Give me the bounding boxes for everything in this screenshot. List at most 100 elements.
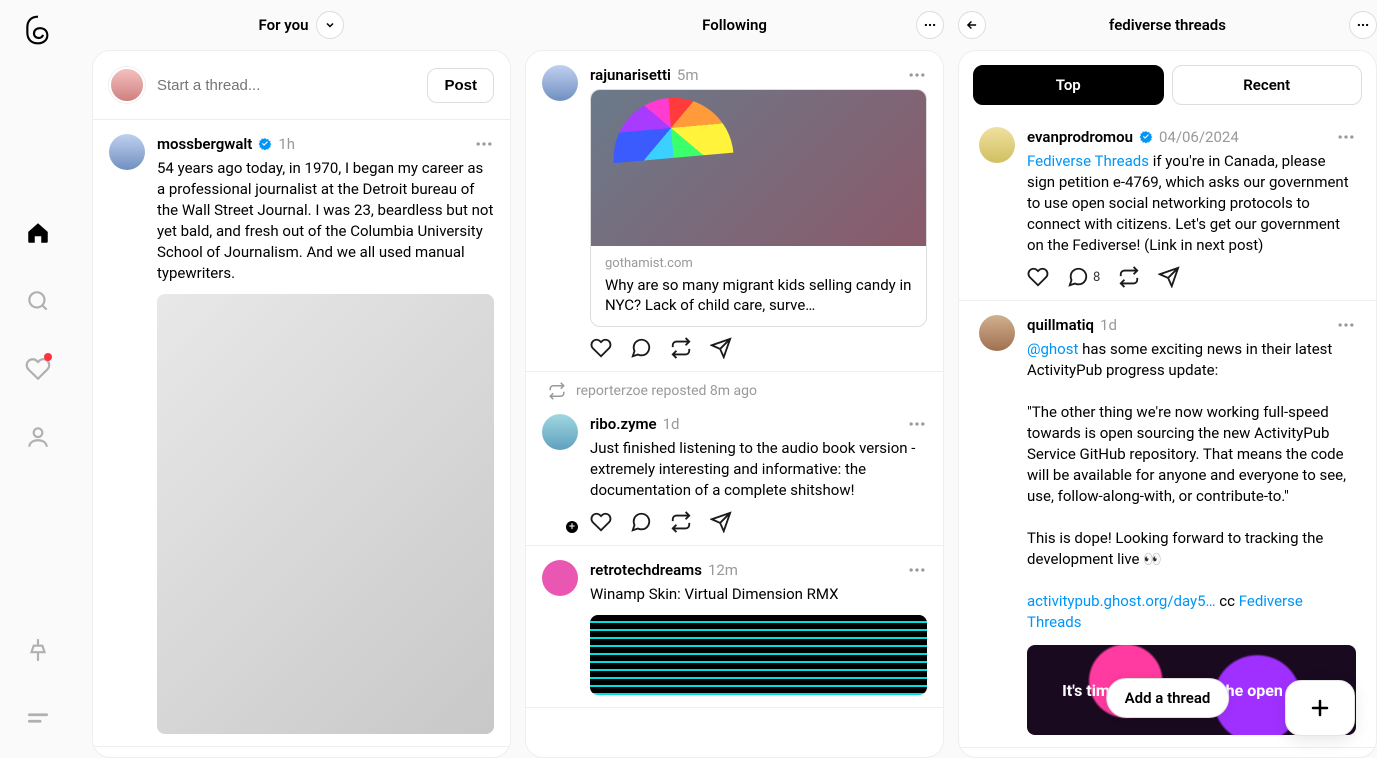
external-link[interactable]: activitypub.ghost.org/day5… bbox=[1027, 592, 1216, 610]
post-actions bbox=[590, 337, 927, 359]
timestamp: 1d bbox=[1100, 316, 1117, 334]
repost-button[interactable] bbox=[670, 511, 692, 533]
feed-for-you: Post mossbergwalt 1h 54 years ago today,… bbox=[92, 50, 511, 758]
post-text: @ghost has some exciting news in their l… bbox=[1027, 339, 1356, 633]
back-button[interactable] bbox=[958, 11, 986, 39]
column-for-you: For you Post mossbergwalt 1h bbox=[92, 0, 511, 758]
post: retrotechdreams 12m Winamp Skin: Virtual… bbox=[526, 546, 943, 708]
tab-recent[interactable]: Recent bbox=[1172, 65, 1363, 105]
like-button[interactable] bbox=[590, 511, 612, 533]
more-icon[interactable] bbox=[907, 65, 927, 85]
repost-icon bbox=[548, 382, 566, 400]
post-image[interactable] bbox=[590, 615, 927, 695]
compose-fab[interactable] bbox=[1285, 680, 1355, 736]
post: mossbergwalt 1h 54 years ago today, in 1… bbox=[93, 120, 510, 747]
post-text: Winamp Skin: Virtual Dimension RMX bbox=[590, 584, 927, 605]
avatar[interactable] bbox=[542, 560, 578, 596]
post: evanprodromou 04/06/2024 Fediverse Threa… bbox=[959, 113, 1376, 301]
composer-input[interactable] bbox=[157, 77, 415, 94]
verified-icon bbox=[1139, 130, 1153, 144]
timestamp: 12m bbox=[708, 561, 738, 579]
nav-activity[interactable] bbox=[18, 349, 58, 389]
reply-button[interactable]: 8 bbox=[1067, 266, 1100, 288]
columns: For you Post mossbergwalt 1h bbox=[92, 0, 1377, 758]
col-title: Following bbox=[702, 16, 767, 34]
tab-top[interactable]: Top bbox=[973, 65, 1164, 105]
avatar[interactable] bbox=[542, 65, 578, 101]
more-icon[interactable] bbox=[1336, 127, 1356, 147]
timestamp: 1h bbox=[278, 135, 295, 153]
username[interactable]: retrotechdreams bbox=[590, 561, 702, 579]
nav-home[interactable] bbox=[18, 213, 58, 253]
add-thread-button[interactable]: Add a thread bbox=[1106, 678, 1230, 718]
more-icon[interactable] bbox=[907, 414, 927, 434]
username[interactable]: evanprodromou bbox=[1027, 128, 1133, 146]
post-button[interactable]: Post bbox=[427, 68, 494, 103]
nav-group bbox=[18, 40, 58, 630]
col-header-following: Following bbox=[525, 0, 944, 50]
nav-search[interactable] bbox=[18, 281, 58, 321]
avatar[interactable] bbox=[979, 127, 1015, 163]
like-button[interactable] bbox=[1027, 266, 1049, 288]
like-button[interactable] bbox=[590, 337, 612, 359]
nav-menu[interactable] bbox=[18, 698, 58, 738]
col-title: fediverse threads bbox=[1109, 16, 1226, 34]
more-icon[interactable] bbox=[1336, 315, 1356, 335]
column-options-button[interactable] bbox=[1349, 11, 1377, 39]
link-card-image bbox=[591, 90, 926, 246]
composer-avatar[interactable] bbox=[109, 67, 145, 103]
feed-fediverse: Top Recent evanprodromou 04/06/2024 Fedi… bbox=[958, 50, 1377, 758]
reply-button[interactable] bbox=[630, 337, 652, 359]
username[interactable]: quillmatiq bbox=[1027, 316, 1094, 334]
post-image[interactable] bbox=[157, 294, 494, 734]
tabbar: Top Recent bbox=[959, 51, 1376, 113]
post-text: Fediverse Threads if you're in Canada, p… bbox=[1027, 151, 1356, 256]
timestamp: 04/06/2024 bbox=[1159, 128, 1239, 146]
link-card[interactable]: gothamist.com Why are so many migrant ki… bbox=[590, 89, 927, 327]
notification-dot bbox=[44, 353, 52, 361]
post-text: 54 years ago today, in 1970, I began my … bbox=[157, 158, 494, 284]
repost-text: reporterzoe reposted 8m ago bbox=[576, 383, 757, 399]
repost-button[interactable] bbox=[670, 337, 692, 359]
nav-pin[interactable] bbox=[18, 630, 58, 670]
sidebar bbox=[0, 0, 76, 758]
follow-plus-icon[interactable]: + bbox=[564, 519, 580, 535]
post: + ribo.zyme 1d Just finished listening t… bbox=[526, 400, 943, 546]
post-text: Just finished listening to the audio boo… bbox=[590, 438, 927, 501]
composer: Post bbox=[93, 51, 510, 120]
more-icon[interactable] bbox=[907, 560, 927, 580]
share-button[interactable] bbox=[710, 337, 732, 359]
timestamp: 5m bbox=[677, 66, 699, 84]
hashtag-link[interactable]: Fediverse Threads bbox=[1027, 152, 1149, 170]
post-actions: 8 bbox=[1027, 266, 1356, 288]
avatar[interactable] bbox=[542, 414, 578, 450]
more-icon[interactable] bbox=[474, 134, 494, 154]
avatar[interactable] bbox=[109, 134, 145, 170]
username[interactable]: mossbergwalt bbox=[157, 135, 252, 153]
repost-line: reporterzoe reposted 8m ago bbox=[526, 372, 943, 400]
post: rajunarisetti 5m gothamist.com Why are s… bbox=[526, 51, 943, 372]
column-following: Following rajunarisetti 5m bbox=[525, 0, 944, 758]
reply-button[interactable] bbox=[630, 511, 652, 533]
timestamp: 1d bbox=[663, 415, 680, 433]
verified-icon bbox=[258, 137, 272, 151]
share-button[interactable] bbox=[710, 511, 732, 533]
avatar[interactable] bbox=[979, 315, 1015, 351]
bottom-nav bbox=[18, 630, 58, 738]
feed-options-button[interactable] bbox=[316, 11, 344, 39]
column-options-button[interactable] bbox=[916, 11, 944, 39]
reply-count: 8 bbox=[1093, 270, 1100, 285]
col-title: For you bbox=[259, 16, 309, 34]
repost-button[interactable] bbox=[1118, 266, 1140, 288]
col-header-fediverse: fediverse threads bbox=[958, 0, 1377, 50]
mention-link[interactable]: @ghost bbox=[1027, 340, 1078, 358]
username[interactable]: ribo.zyme bbox=[590, 415, 657, 433]
col-header-for-you: For you bbox=[92, 0, 511, 50]
link-title: Why are so many migrant kids selling can… bbox=[605, 275, 912, 316]
post-actions bbox=[590, 511, 927, 533]
column-fediverse: fediverse threads Top Recent evanprodrom… bbox=[958, 0, 1377, 758]
share-button[interactable] bbox=[1158, 266, 1180, 288]
link-domain: gothamist.com bbox=[605, 256, 912, 271]
nav-profile[interactable] bbox=[18, 417, 58, 457]
username[interactable]: rajunarisetti bbox=[590, 66, 671, 84]
